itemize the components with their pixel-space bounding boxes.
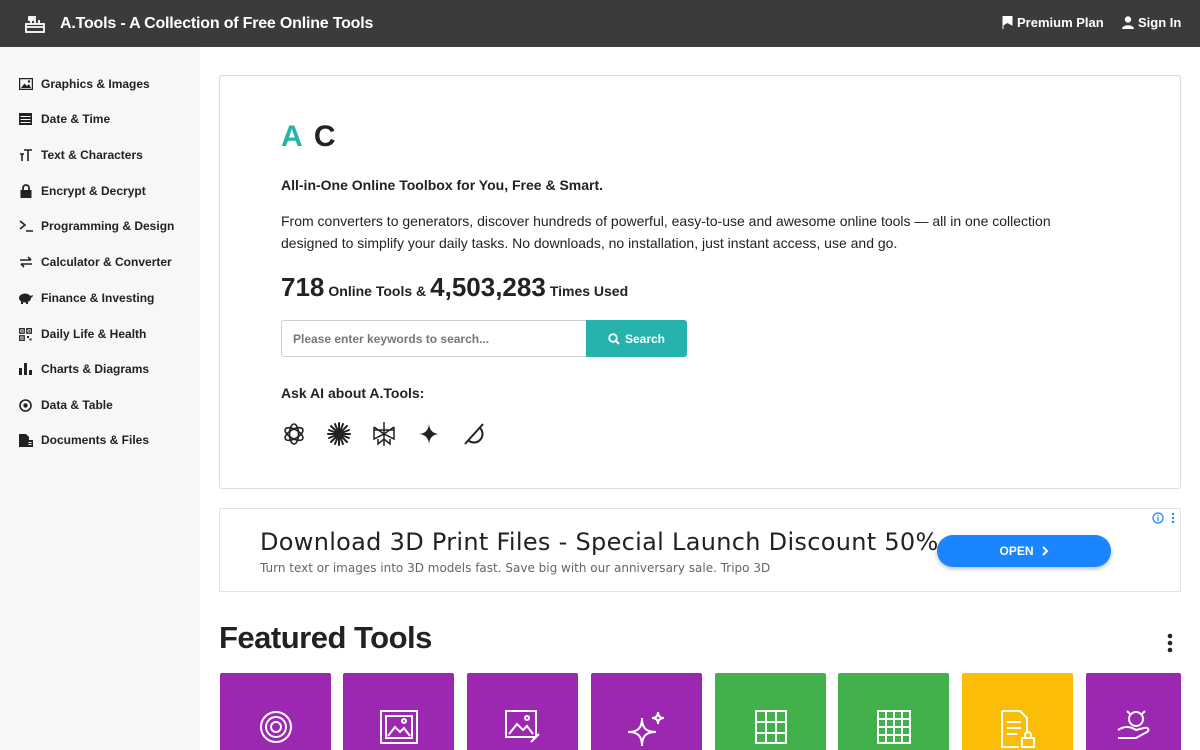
grid-icon (876, 710, 911, 744)
claude-icon[interactable] (326, 421, 352, 447)
sidebar-item-encrypt-decrypt[interactable]: Encrypt & Decrypt (18, 181, 146, 201)
sign-in-label: Sign In (1138, 15, 1182, 30)
spiral-icon (259, 711, 292, 743)
search-button[interactable]: Search (586, 320, 687, 357)
brand-letter-c: C (313, 120, 338, 153)
sign-in-link[interactable]: Sign In (1122, 15, 1181, 30)
sidebar-item-label: Date & Time (41, 112, 111, 126)
brand-letter-a: A (281, 120, 304, 153)
brand-mark: A C (281, 120, 338, 154)
file-icon (18, 433, 33, 448)
sidebar-item-label: Encrypt & Decrypt (41, 184, 146, 198)
ad-open-button[interactable]: OPEN (937, 535, 1111, 567)
tagline: All-in-One Online Toolbox for You, Free … (281, 177, 604, 193)
ai-icons (281, 421, 487, 447)
text-icon (18, 148, 33, 163)
sidebar-item-date-time[interactable]: Date & Time (18, 109, 110, 129)
grok-icon[interactable] (461, 421, 487, 447)
sidebar-item-label: Graphics & Images (41, 77, 150, 91)
sidebar-item-label: Finance & Investing (41, 291, 155, 305)
search-button-label: Search (624, 331, 666, 346)
sparkle-icon (627, 711, 664, 746)
stats: 718 Online Tools & 4,503,283 Times Used (281, 272, 628, 303)
tool-count: 718 (281, 272, 325, 302)
image-edit-icon (504, 710, 540, 743)
sudoku-icon (754, 710, 787, 744)
sidebar-item-label: Documents & Files (41, 433, 150, 447)
sidebar-item-data-table[interactable]: Data & Table (18, 395, 113, 415)
sidebar-item-charts-diagrams[interactable]: Charts & Diagrams (18, 359, 149, 379)
sidebar-item-programming-design[interactable]: Programming & Design (18, 216, 174, 236)
chevron-right-icon (1041, 546, 1048, 556)
sidebar-item-label: Calculator & Converter (41, 255, 172, 269)
sidebar-item-graphics-images[interactable]: Graphics & Images (18, 74, 150, 94)
featured-tool-tile[interactable] (838, 673, 949, 750)
flag-icon (1002, 16, 1013, 29)
bar-chart-icon (18, 362, 33, 377)
ad-banner[interactable]: Download 3D Print Files - Special Launch… (219, 508, 1181, 592)
gemini-icon[interactable] (416, 421, 442, 447)
description: From converters to generators, discover … (281, 213, 1051, 251)
hand-pig-icon (1116, 710, 1149, 739)
sidebar-item-label: Daily Life & Health (41, 327, 147, 341)
sidebar-item-finance-investing[interactable]: Finance & Investing (18, 288, 154, 308)
sidebar-item-text-characters[interactable]: Text & Characters (18, 145, 143, 165)
featured-tools-heading: Featured Tools (219, 620, 432, 655)
featured-tool-tile[interactable] (715, 673, 826, 750)
usage-count: 4,503,283 (430, 272, 546, 302)
premium-plan-link[interactable]: Premium Plan (1002, 15, 1104, 30)
terminal-icon (18, 219, 33, 234)
featured-tool-tile[interactable] (220, 673, 331, 750)
usage-label: Times Used (549, 283, 629, 299)
more-vertical-icon[interactable] (1170, 512, 1176, 524)
info-icon[interactable] (1152, 512, 1164, 524)
qr-code-icon (18, 327, 33, 342)
lock-icon (18, 184, 33, 199)
premium-plan-label: Premium Plan (1017, 15, 1104, 30)
featured-tool-tile[interactable] (962, 673, 1073, 750)
hero-panel: A C All-in-One Online Toolbox for You, F… (219, 75, 1181, 489)
image-icon (18, 77, 33, 92)
ad-open-label: OPEN (999, 544, 1034, 558)
image-frame-icon (379, 710, 418, 744)
more-vertical-icon[interactable] (1164, 632, 1176, 654)
search-input[interactable] (281, 320, 586, 357)
top-bar: A.Tools - A Collection of Free Online To… (0, 0, 1200, 47)
toolbox-logo-icon[interactable] (24, 13, 46, 35)
site-title[interactable]: A.Tools - A Collection of Free Online To… (60, 15, 373, 33)
sidebar-item-label: Programming & Design (41, 219, 175, 233)
sidebar-item-label: Text & Characters (41, 148, 143, 162)
perplexity-icon[interactable] (371, 421, 397, 447)
sidebar-item-label: Charts & Diagrams (41, 362, 150, 376)
exchange-icon (18, 255, 33, 270)
ad-title[interactable]: Download 3D Print Files - Special Launch… (260, 528, 939, 556)
sidebar-item-documents-files[interactable]: Documents & Files (18, 430, 149, 450)
search-icon (608, 332, 620, 345)
featured-tool-tile[interactable] (591, 673, 702, 750)
ad-subtitle: Turn text or images into 3D models fast.… (260, 561, 771, 575)
ask-ai-label: Ask AI about A.Tools: (281, 385, 425, 401)
target-icon (18, 398, 33, 413)
sidebar: Graphics & Images Date & Time Text & Cha… (0, 47, 200, 750)
sidebar-item-label: Data & Table (41, 398, 113, 412)
user-icon (1122, 16, 1134, 29)
tool-count-label: Online Tools & (328, 283, 427, 299)
document-lock-icon (1000, 710, 1035, 748)
featured-tool-tile[interactable] (343, 673, 454, 750)
calendar-icon (18, 112, 33, 127)
piggy-bank-icon (18, 291, 33, 306)
openai-icon[interactable] (281, 421, 307, 447)
featured-tool-tile[interactable] (1086, 673, 1181, 750)
sidebar-item-daily-life-health[interactable]: Daily Life & Health (18, 324, 146, 344)
sidebar-item-calculator-converter[interactable]: Calculator & Converter (18, 252, 172, 272)
featured-tool-tile[interactable] (467, 673, 578, 750)
